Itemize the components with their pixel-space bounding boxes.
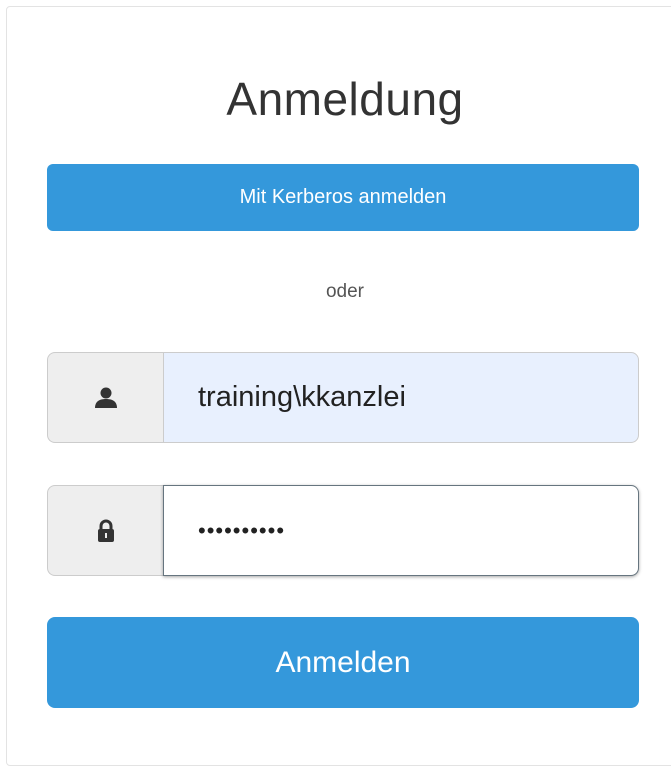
password-addon [47, 485, 163, 576]
page-title: Anmeldung [226, 73, 464, 125]
login-button[interactable]: Anmelden [47, 617, 639, 708]
user-icon [94, 387, 118, 409]
password-group [47, 485, 639, 576]
username-group [47, 352, 639, 443]
password-input[interactable] [163, 485, 639, 576]
separator-text: oder [325, 281, 365, 302]
kerberos-login-button[interactable]: Mit Kerberos anmelden [47, 164, 639, 231]
username-addon [47, 352, 163, 443]
username-input[interactable] [163, 352, 639, 443]
lock-icon [97, 519, 115, 543]
